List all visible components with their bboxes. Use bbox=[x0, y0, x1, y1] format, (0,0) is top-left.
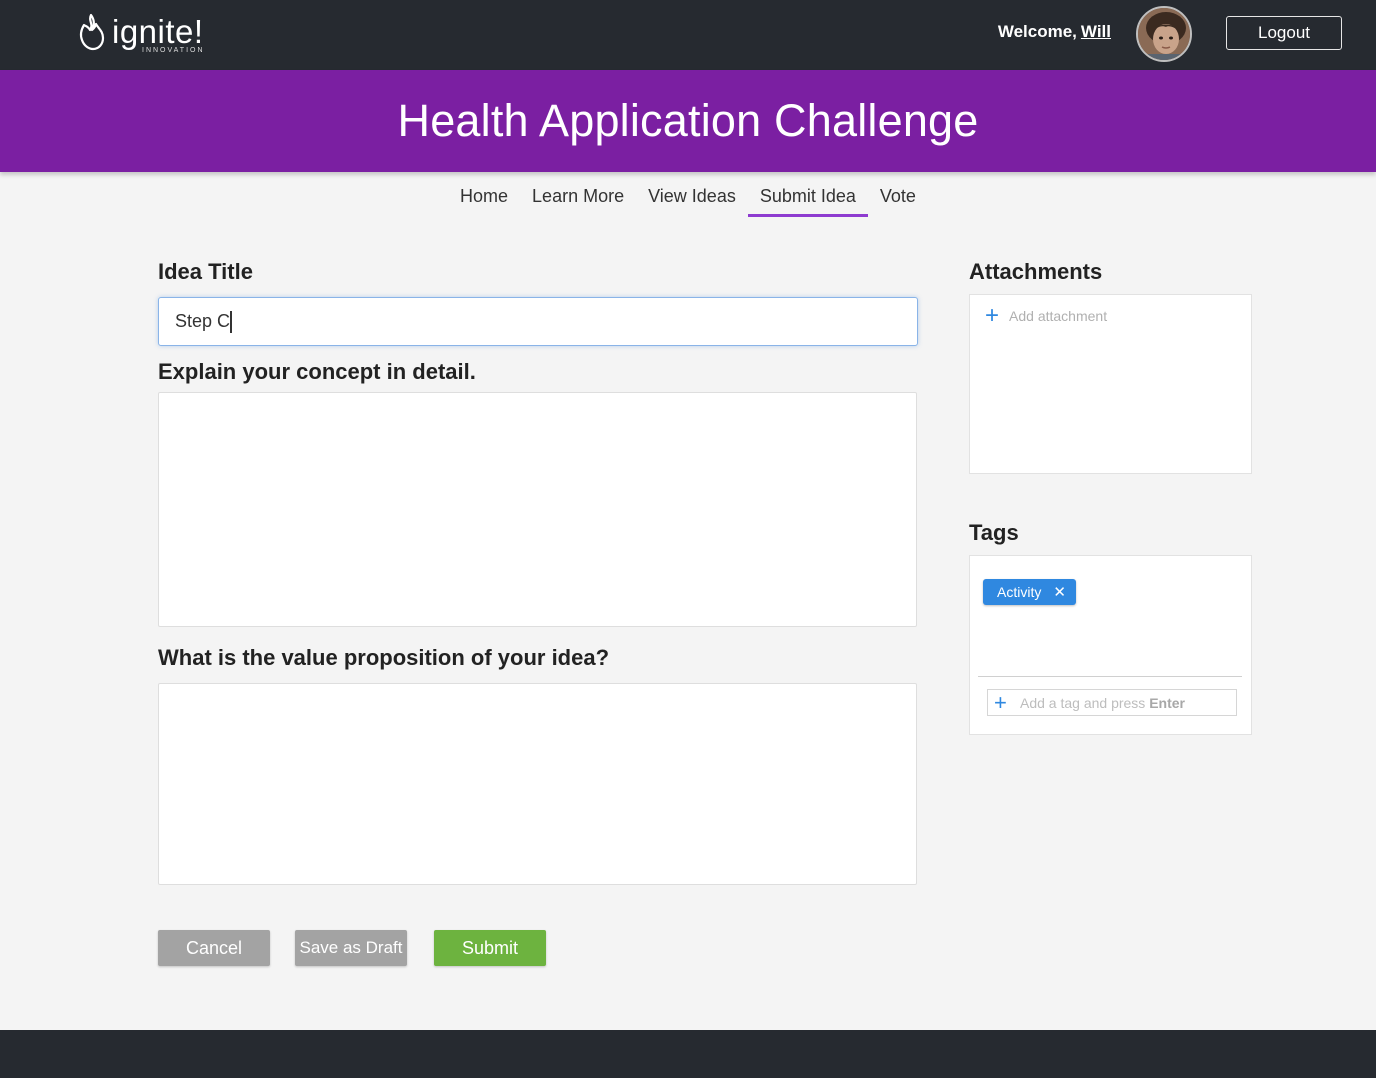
idea-title-input[interactable] bbox=[158, 297, 918, 346]
flame-icon bbox=[79, 13, 105, 51]
save-draft-button[interactable]: Save as Draft bbox=[295, 930, 407, 966]
value-proposition-label: What is the value proposition of your id… bbox=[158, 645, 610, 670]
nav-home[interactable]: Home bbox=[448, 184, 520, 217]
user-name-link[interactable]: Will bbox=[1081, 22, 1111, 41]
tags-divider bbox=[978, 676, 1242, 677]
challenge-banner: Health Application Challenge bbox=[0, 70, 1376, 172]
main-nav: Home Learn More View Ideas Submit Idea V… bbox=[0, 184, 1376, 217]
concept-textarea[interactable] bbox=[158, 392, 917, 627]
footer bbox=[0, 1030, 1376, 1078]
cancel-button[interactable]: Cancel bbox=[158, 930, 270, 966]
attachments-heading: Attachments bbox=[969, 259, 1103, 284]
user-avatar[interactable] bbox=[1136, 6, 1192, 62]
add-attachment-button[interactable]: + Add attachment bbox=[985, 302, 1108, 329]
tag-input[interactable] bbox=[1014, 694, 1225, 711]
nav-vote[interactable]: Vote bbox=[868, 184, 928, 217]
nav-submit-idea[interactable]: Submit Idea bbox=[747, 184, 868, 217]
close-icon[interactable]: ✕ bbox=[1053, 583, 1066, 601]
welcome-message: Welcome, Will bbox=[998, 22, 1111, 42]
plus-icon: + bbox=[994, 689, 1007, 715]
logout-button[interactable]: Logout bbox=[1226, 16, 1342, 50]
top-bar: ignite! INNOVATION Welcome, Will Logout bbox=[0, 0, 1376, 70]
logo-wordmark: ignite! bbox=[112, 13, 204, 50]
tag-label: Activity bbox=[997, 584, 1042, 600]
tag-chip: Activity ✕ bbox=[983, 579, 1076, 605]
nav-learn-more[interactable]: Learn More bbox=[520, 184, 636, 217]
idea-title-label: Idea Title bbox=[158, 259, 253, 284]
avatar-image bbox=[1138, 8, 1190, 60]
tags-heading: Tags bbox=[969, 520, 1019, 545]
page-title: Health Application Challenge bbox=[397, 95, 979, 146]
submit-button[interactable]: Submit bbox=[434, 930, 546, 966]
concept-label: Explain your concept in detail. bbox=[158, 359, 476, 384]
tag-input-field[interactable]: + bbox=[987, 689, 1237, 716]
add-attachment-label: Add attachment bbox=[1009, 308, 1108, 324]
text-cursor bbox=[230, 311, 232, 333]
welcome-prefix: Welcome, bbox=[997, 22, 1077, 41]
logo-subtitle: INNOVATION bbox=[142, 47, 205, 54]
plus-icon: + bbox=[985, 302, 1000, 329]
value-proposition-textarea[interactable] bbox=[158, 683, 917, 885]
ignite-logo[interactable]: ignite! INNOVATION bbox=[76, 12, 204, 56]
nav-view-ideas[interactable]: View Ideas bbox=[636, 184, 748, 217]
